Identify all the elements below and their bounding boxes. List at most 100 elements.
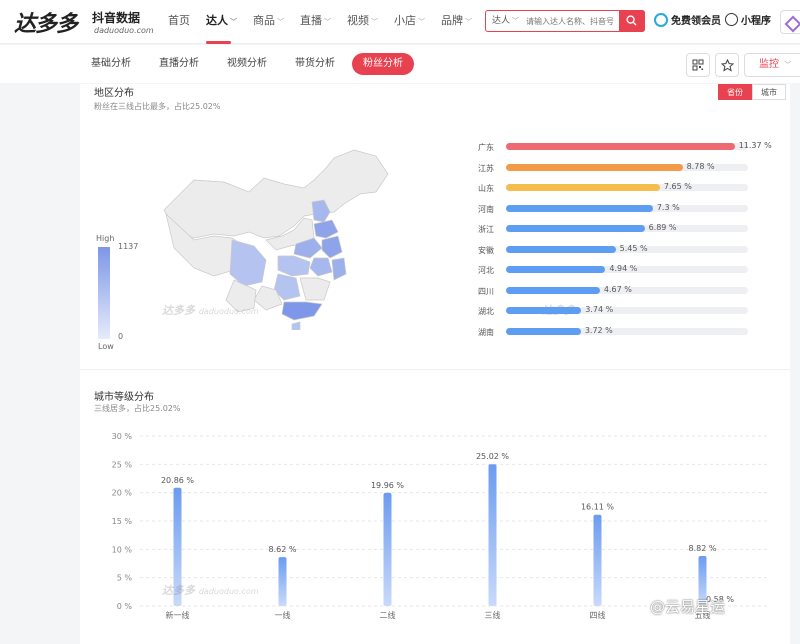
star-icon [721, 59, 734, 72]
diamond-button[interactable] [780, 10, 800, 34]
nav-item-label: 达人 [206, 14, 228, 27]
region-subtitle: 粉丝在三线占比最多，占比25.02% [94, 102, 221, 111]
bar[interactable] [278, 557, 287, 606]
chart-watermark: 达多多 daduoduo.com [162, 582, 259, 598]
chevron-down-icon: ﹀ [230, 18, 237, 26]
nav-item-label: 直播 [300, 14, 322, 27]
ranking-row[interactable]: 河南 7.3 % [478, 202, 778, 216]
tab-analysis-0[interactable]: 基础分析 [80, 53, 142, 75]
ranking-row[interactable]: 山东 7.65 % [478, 181, 778, 195]
map-legend-gradient[interactable] [98, 247, 110, 339]
ranking-row[interactable]: 浙江 6.89 % [478, 222, 778, 236]
province-name: 广东 [478, 143, 494, 152]
ranking-row[interactable]: 河北 4.94 % [478, 263, 778, 277]
watermark-main-text: 达多多 [162, 304, 195, 317]
province-name: 湖北 [478, 307, 494, 316]
ranking-bar [506, 204, 653, 212]
map-region-hainan[interactable] [291, 321, 301, 330]
image-watermark: @云易星运 [650, 598, 726, 616]
nav-item-label: 小店 [394, 14, 416, 27]
y-tick-label: 20 % [112, 489, 133, 498]
ranking-value: 3.72 % [584, 325, 613, 335]
ranking-value: 6.89 % [648, 223, 677, 232]
nav-item-5[interactable]: 小店 ﹀ [386, 0, 433, 44]
map-region-sichuan[interactable] [229, 239, 267, 287]
x-tick-label: 三线 [485, 610, 501, 620]
tab-analysis-2[interactable]: 视频分析 [216, 53, 278, 75]
tab-analysis-3[interactable]: 带货分析 [284, 53, 346, 75]
ranking-value: 3.74 % [585, 305, 614, 314]
data-label: 25.02 % [476, 452, 509, 461]
map-region-zhejiang[interactable] [331, 257, 347, 281]
nav-item-2[interactable]: 商品 ﹀ [245, 0, 292, 44]
ranking-bar [506, 307, 582, 314]
vip-label: 免费领会员 [671, 16, 721, 27]
logo[interactable]: 达多多 抖音数据 daduoduo.com [14, 6, 154, 38]
y-tick-label: 5 % [117, 574, 133, 583]
region-toggle-1[interactable]: 城市 [752, 84, 786, 100]
ranking-row[interactable]: 广东 11.37 % [478, 140, 778, 154]
chevron-down-icon: ﹀ [277, 18, 284, 26]
search-box: 达人 ﹀ [485, 10, 645, 32]
ranking-bar [506, 143, 735, 150]
province-name: 浙江 [478, 225, 494, 234]
nav-item-1[interactable]: 达人 ﹀ [198, 0, 245, 44]
tab-analysis-1[interactable]: 直播分析 [148, 53, 210, 75]
city-level-subtitle: 三线居多，占比25.02% [94, 404, 181, 413]
map-region-shandong[interactable] [313, 219, 339, 239]
bar[interactable] [488, 464, 497, 606]
ranking-bar [506, 184, 660, 191]
chevron-down-icon: ﹀ [418, 18, 425, 26]
nav-item-3[interactable]: 直播 ﹀ [292, 0, 339, 44]
chevron-down-icon: ﹀ [512, 17, 520, 25]
y-tick-label: 30 % [112, 432, 133, 441]
bar[interactable] [593, 514, 602, 606]
region-title: 地区分布 [94, 88, 134, 99]
province-name: 河南 [478, 204, 494, 214]
ranking-bar [506, 266, 606, 273]
ranking-row[interactable]: 湖南 3.72 % [478, 325, 778, 339]
data-label: 19.96 % [371, 481, 404, 490]
ranking-row[interactable]: 江苏 8.78 % [478, 161, 778, 175]
tab-analysis-4[interactable]: 粉丝分析 [352, 53, 414, 75]
bar[interactable] [383, 492, 392, 606]
map-region-hubei[interactable] [277, 255, 311, 277]
province-name: 河北 [478, 266, 494, 275]
nav-item-0[interactable]: 首页 [160, 0, 198, 44]
map-region-jiangxi-fujian[interactable] [299, 277, 331, 301]
map-region-guangdong[interactable] [281, 301, 323, 321]
search-button[interactable] [619, 10, 645, 32]
data-label: 8.82 % [689, 544, 717, 553]
nav-item-6[interactable]: 品牌 ﹀ [433, 0, 480, 44]
ranking-track [506, 184, 748, 191]
nav-item-label: 商品 [253, 14, 275, 27]
mini-program-link[interactable]: 小程序 [725, 12, 771, 27]
monitor-select[interactable]: 监控 ﹀ [744, 53, 800, 77]
nav-item-label: 品牌 [441, 14, 463, 27]
free-vip-link[interactable]: 免费领会员 [654, 12, 721, 27]
logo-sub-text: 抖音数据 [92, 11, 141, 25]
legend-high-label: High [96, 234, 115, 243]
chevron-down-icon: ﹀ [784, 61, 792, 69]
search-type-label: 达人 [492, 16, 511, 26]
ranking-row[interactable]: 四川 4.67 % [478, 284, 778, 298]
ranking-row[interactable]: 湖北 3.74 % [478, 304, 778, 318]
region-toggle-0[interactable]: 省份 [718, 84, 752, 100]
monitor-label: 监控 [759, 59, 779, 70]
qrcode-icon [692, 59, 704, 71]
ranking-track [506, 225, 748, 232]
ranking-bar [506, 286, 600, 294]
qrcode-button[interactable] [686, 53, 710, 77]
map-region-north[interactable] [163, 149, 389, 239]
search-type-select[interactable]: 达人 ﹀ [492, 11, 519, 31]
province-name: 江苏 [478, 163, 494, 173]
map-region-anhui[interactable] [309, 257, 333, 277]
map-region-jiangsu[interactable] [321, 235, 343, 259]
vip-icon [654, 12, 668, 27]
ranking-bar [506, 245, 616, 253]
search-input[interactable] [526, 13, 618, 29]
ranking-row[interactable]: 安徽 5.45 % [478, 243, 778, 257]
data-label: 8.62 % [269, 545, 297, 554]
nav-item-4[interactable]: 视频 ﹀ [339, 0, 386, 44]
favorite-button[interactable] [715, 53, 739, 77]
